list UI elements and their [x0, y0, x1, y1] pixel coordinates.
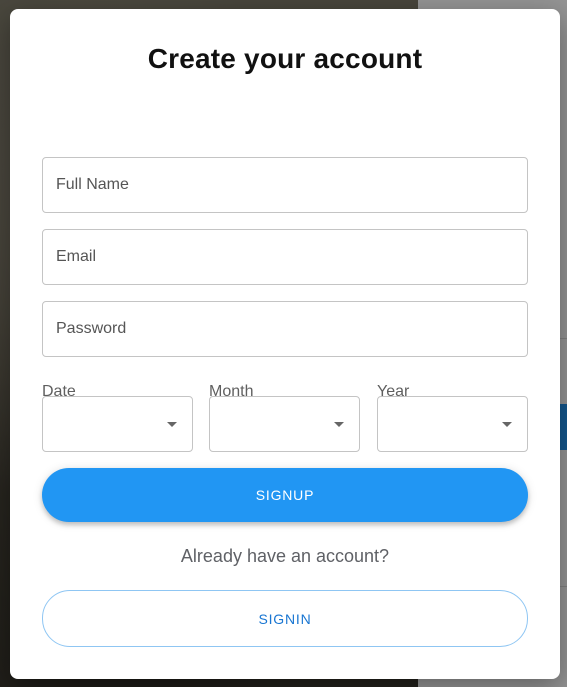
- year-select[interactable]: [377, 396, 528, 452]
- signup-dialog: Create your account Date Month Year SIGN…: [10, 9, 560, 679]
- signup-button[interactable]: SIGNUP: [42, 468, 528, 522]
- chevron-down-icon: [167, 422, 177, 427]
- full-name-field[interactable]: [42, 157, 528, 213]
- dialog-title: Create your account: [147, 43, 423, 74]
- password-field[interactable]: [42, 301, 528, 357]
- password-input[interactable]: [56, 302, 527, 356]
- date-select[interactable]: [42, 396, 193, 452]
- already-have-account-text: Already have an account?: [180, 546, 390, 566]
- chevron-down-icon: [334, 422, 344, 427]
- email-field[interactable]: [42, 229, 528, 285]
- full-name-input[interactable]: [56, 158, 527, 212]
- chevron-down-icon: [502, 422, 512, 427]
- signin-button[interactable]: SIGNIN: [42, 590, 528, 647]
- email-input[interactable]: [56, 230, 527, 284]
- month-select[interactable]: [209, 396, 360, 452]
